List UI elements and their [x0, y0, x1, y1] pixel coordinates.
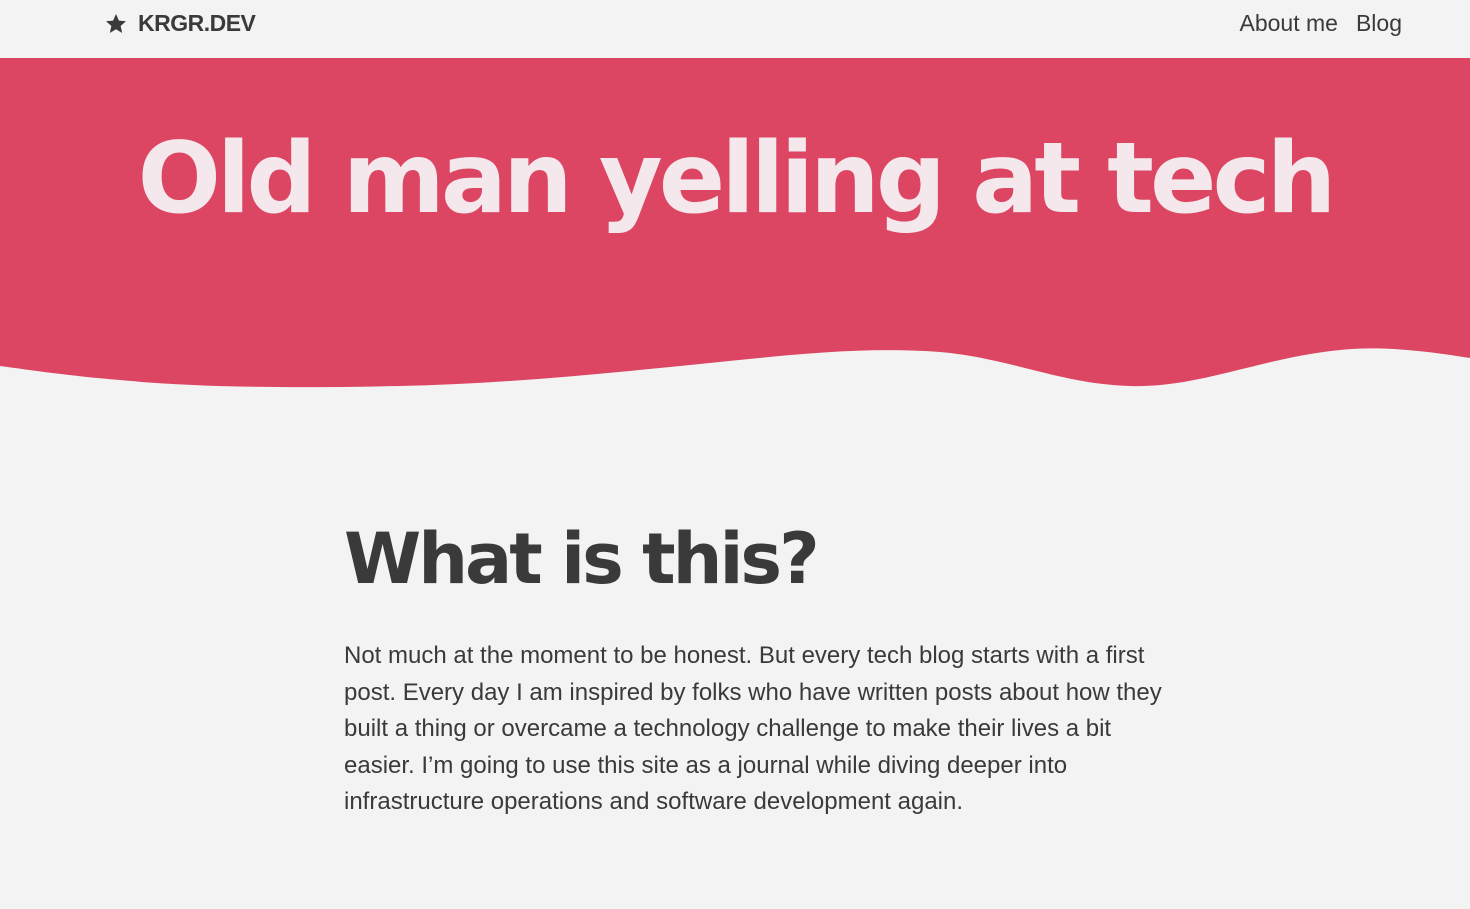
hero-title: Old man yelling at tech	[137, 122, 1337, 236]
nav-link-blog[interactable]: Blog	[1356, 10, 1402, 37]
top-navbar: KRGR.DEV About me Blog	[0, 0, 1470, 58]
star-icon	[106, 13, 126, 33]
main-nav: About me Blog	[1240, 10, 1403, 37]
nav-link-about-me[interactable]: About me	[1240, 10, 1338, 37]
intro-paragraph: Not much at the moment to be honest. But…	[344, 642, 1162, 816]
section-heading: What is this?	[344, 518, 820, 600]
main-content: What is this? Not much at the moment to …	[344, 520, 1164, 821]
hero-banner: Old man yelling at tech	[0, 58, 1470, 398]
brand-link[interactable]: KRGR.DEV	[104, 10, 256, 37]
brand-label: KRGR.DEV	[138, 10, 256, 36]
